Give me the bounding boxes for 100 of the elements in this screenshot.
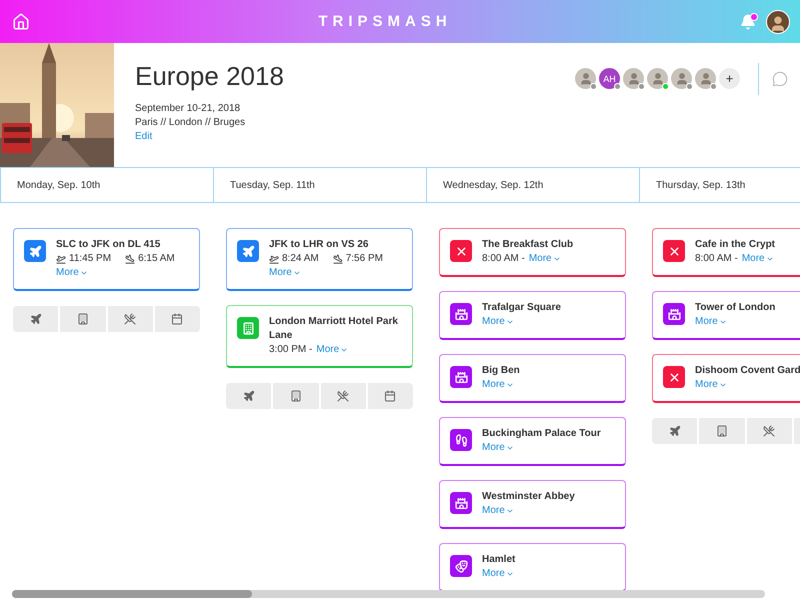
utensils-icon	[450, 240, 472, 262]
comment-icon[interactable]	[772, 71, 788, 87]
member-avatar[interactable]: AH	[599, 68, 620, 89]
member-avatar[interactable]	[695, 68, 716, 89]
item-title: Tower of London	[695, 301, 776, 315]
add-meal-button[interactable]	[746, 418, 792, 444]
item-title: Cafe in the Crypt	[695, 238, 776, 252]
add-meal-button[interactable]	[320, 383, 366, 409]
castle-icon	[663, 303, 685, 325]
trip-title: Europe 2018	[135, 61, 285, 92]
hotel-card[interactable]: London Marriott Hotel Park Lane 3:00 PM - More	[226, 305, 413, 368]
more-link[interactable]: More	[56, 266, 88, 280]
member-avatar[interactable]	[671, 68, 692, 89]
more-link[interactable]: More	[528, 252, 561, 266]
more-link[interactable]: More	[316, 343, 348, 357]
member-avatar[interactable]	[575, 68, 596, 89]
plane-icon	[237, 240, 259, 262]
flight-card[interactable]: SLC to JFK on DL 415 11:45 PM 6:15 AM More	[13, 228, 200, 291]
add-member-button[interactable]: +	[719, 68, 740, 89]
footprints-icon	[450, 429, 472, 451]
sight-card[interactable]: Westminster Abbey More	[439, 480, 626, 529]
item-title: SLC to JFK on DL 415	[56, 238, 162, 252]
more-link[interactable]: More	[269, 266, 301, 280]
sight-card[interactable]: Tower of London More	[652, 291, 800, 340]
add-meal-button[interactable]	[108, 306, 153, 332]
castle-icon	[450, 366, 472, 388]
flight-card[interactable]: JFK to LHR on VS 26 8:24 AM 7:56 PM More	[226, 228, 413, 291]
chevron-icon	[718, 318, 727, 326]
landing-icon	[125, 254, 136, 264]
castle-icon	[450, 492, 472, 514]
add-flight-button[interactable]	[226, 383, 272, 409]
castle-icon	[450, 303, 472, 325]
chevron-icon	[340, 346, 348, 354]
add-hotel-button[interactable]	[60, 306, 106, 332]
app-logo: TRIPSMASH	[318, 13, 452, 30]
trip-cities: Paris // London // Bruges	[135, 116, 246, 130]
utensils-icon	[763, 425, 776, 437]
building-icon	[237, 317, 259, 339]
building-icon	[76, 313, 89, 325]
show-card[interactable]: Hamlet More	[439, 543, 626, 592]
more-link[interactable]: More	[482, 441, 514, 455]
day-header: Tuesday, Sep. 11th	[213, 168, 426, 202]
add-flight-button[interactable]	[13, 306, 58, 332]
day-header: Monday, Sep. 10th	[0, 168, 213, 202]
more-link[interactable]: More	[482, 315, 514, 329]
bell-icon[interactable]	[740, 14, 756, 30]
chevron-icon	[292, 269, 301, 277]
more-link[interactable]: More	[695, 378, 727, 392]
calendar-icon	[171, 313, 184, 325]
more-link[interactable]: More	[482, 567, 514, 581]
item-title: Hamlet	[482, 553, 516, 567]
chevron-icon	[80, 269, 88, 277]
food-card[interactable]: Cafe in the Crypt 8:00 AM - More	[652, 228, 800, 277]
more-link[interactable]: More	[742, 252, 774, 266]
chevron-icon	[506, 444, 514, 452]
masks-icon	[450, 555, 472, 577]
tour-card[interactable]: Buckingham Palace Tour More	[439, 417, 626, 466]
item-title: Dishoom Covent Gard	[695, 364, 800, 378]
arrival-time: 7:56 PM	[346, 252, 383, 266]
building-icon	[716, 425, 728, 437]
day-header: Wednesday, Sep. 12th	[426, 168, 639, 202]
horizontal-scrollbar[interactable]	[12, 590, 765, 598]
add-event-button[interactable]	[154, 306, 200, 332]
departure-time: 8:24 AM	[282, 252, 319, 266]
utensils-icon	[663, 366, 685, 388]
chevron-icon	[506, 570, 514, 578]
more-link[interactable]: More	[482, 504, 514, 518]
user-avatar[interactable]	[766, 10, 790, 34]
utensils-icon	[337, 390, 350, 402]
utensils-icon	[124, 313, 136, 325]
chevron-icon	[718, 381, 727, 389]
sight-card[interactable]: Big Ben More	[439, 354, 626, 403]
takeoff-icon	[56, 254, 66, 264]
chevron-icon	[506, 381, 514, 389]
food-card[interactable]: The Breakfast Club 8:00 AM - More	[439, 228, 626, 277]
add-hotel-button[interactable]	[273, 383, 318, 409]
item-title: Trafalgar Square	[482, 301, 561, 315]
sight-card[interactable]: Trafalgar Square More	[439, 291, 626, 340]
member-avatar[interactable]	[623, 68, 644, 89]
plane-icon	[30, 313, 42, 325]
item-title: Buckingham Palace Tour	[482, 427, 601, 441]
add-hotel-button[interactable]	[699, 418, 744, 444]
calendar-icon	[384, 390, 396, 402]
chevron-icon	[552, 255, 561, 263]
home-icon[interactable]	[12, 12, 30, 30]
item-title: The Breakfast Club	[482, 238, 574, 252]
member-avatar[interactable]	[647, 68, 668, 89]
food-card[interactable]: Dishoom Covent Gard More	[652, 354, 800, 403]
edit-link[interactable]: Edit	[135, 130, 152, 144]
building-icon	[290, 390, 302, 402]
chevron-icon	[506, 318, 514, 326]
item-title: Westminster Abbey	[482, 490, 575, 504]
item-time: 8:00 AM -	[482, 252, 525, 266]
more-link[interactable]: More	[482, 378, 514, 392]
item-time: 3:00 PM -	[269, 343, 312, 357]
item-time: 8:00 AM -	[695, 252, 738, 266]
add-flight-button[interactable]	[652, 418, 698, 444]
trip-dates: September 10-21, 2018	[135, 102, 242, 116]
add-event-button[interactable]	[368, 383, 413, 409]
more-link[interactable]: More	[695, 315, 727, 329]
